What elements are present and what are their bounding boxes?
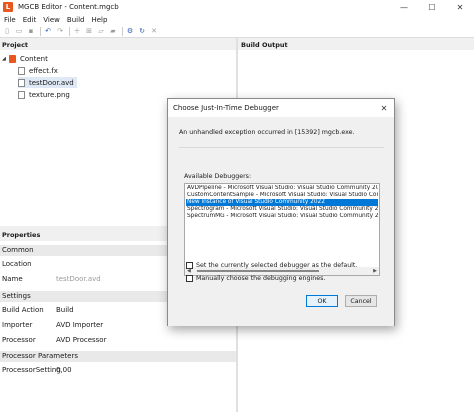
debugger-option[interactable]: AVDPipeline - Microsoft Visual Studio: V… bbox=[186, 185, 378, 192]
content-project-icon bbox=[9, 54, 16, 63]
ok-button[interactable]: OK bbox=[306, 295, 338, 307]
build-output-header: Build Output bbox=[238, 40, 474, 50]
manual-engines-checkbox-row[interactable]: Manually choose the debugging engines. bbox=[186, 275, 325, 282]
tree-item-effect[interactable]: effect.fx bbox=[18, 65, 58, 76]
file-icon bbox=[18, 78, 25, 87]
toolbar-separator bbox=[122, 26, 123, 36]
add-existing-folder-icon[interactable]: ▰ bbox=[108, 26, 118, 36]
window-controls: — ☐ ✕ bbox=[390, 0, 474, 14]
tree-item-label: Content bbox=[20, 54, 48, 63]
property-name: Importer bbox=[2, 321, 33, 329]
property-row-processor-setting[interactable]: ProcessorSetting 0,00 bbox=[0, 364, 236, 377]
toolbar: ▯ ▭ ▪ ↶ ↷ ＋ ⊞ ▱ ▰ ⚙ ↻ ✕ bbox=[0, 25, 474, 38]
jit-debugger-dialog: Choose Just-In-Time Debugger ✕ An unhand… bbox=[167, 98, 395, 326]
tree-item-label: texture.png bbox=[29, 90, 70, 99]
project-panel-header: Project bbox=[0, 40, 236, 50]
debugger-option[interactable]: Spectrogram - Microsoft Visual Studio: V… bbox=[186, 206, 378, 213]
menu-view[interactable]: View bbox=[40, 16, 63, 24]
manual-engines-label: Manually choose the debugging engines. bbox=[196, 275, 326, 282]
toolbar-separator bbox=[69, 26, 70, 36]
window-title: MGCB Editor - Content.mgcb bbox=[18, 3, 119, 11]
tree-item-testdoor[interactable]: testDoor.avd bbox=[18, 77, 77, 88]
cancel-button[interactable]: Cancel bbox=[345, 295, 377, 307]
property-value: testDoor.avd bbox=[56, 275, 101, 283]
add-new-item-icon[interactable]: ＋ bbox=[72, 26, 82, 36]
mgcb-app-icon: L bbox=[3, 2, 13, 12]
debugger-option[interactable]: SpectrumMG - Microsoft Visual Studio: Vi… bbox=[186, 213, 378, 220]
redo-icon[interactable]: ↷ bbox=[55, 26, 65, 36]
tree-item-label: testDoor.avd bbox=[29, 78, 74, 87]
tree-item-content[interactable]: ◢ Content bbox=[2, 53, 48, 64]
property-name: Location bbox=[2, 260, 32, 268]
dialog-body: An unhandled exception occurred in [1539… bbox=[168, 117, 394, 307]
scroll-right-icon[interactable]: ▶ bbox=[373, 268, 377, 274]
set-default-checkbox[interactable] bbox=[186, 262, 193, 269]
property-name: ProcessorSetting bbox=[2, 366, 61, 374]
available-debuggers-label: Available Debuggers: bbox=[184, 173, 252, 180]
property-value: AVD Importer bbox=[56, 321, 104, 329]
property-value: 0,00 bbox=[56, 366, 72, 374]
property-value: AVD Processor bbox=[56, 336, 107, 344]
maximize-button[interactable]: ☐ bbox=[418, 0, 446, 14]
property-name: Processor bbox=[2, 336, 36, 344]
add-existing-item-icon[interactable]: ⊞ bbox=[84, 26, 94, 36]
property-row-processor[interactable]: Processor AVD Processor bbox=[0, 334, 236, 347]
menu-edit[interactable]: Edit bbox=[20, 16, 40, 24]
property-value: Build bbox=[56, 306, 74, 314]
dialog-footer: OK Cancel bbox=[168, 289, 394, 326]
dialog-close-button[interactable]: ✕ bbox=[378, 99, 390, 117]
collapse-arrow-icon[interactable]: ◢ bbox=[2, 56, 7, 62]
manual-engines-checkbox[interactable] bbox=[186, 275, 193, 282]
file-icon bbox=[18, 90, 25, 99]
add-folder-icon[interactable]: ▱ bbox=[96, 26, 106, 36]
property-name: Build Action bbox=[2, 306, 44, 314]
rebuild-icon[interactable]: ↻ bbox=[137, 26, 147, 36]
build-icon[interactable]: ⚙ bbox=[125, 26, 135, 36]
toolbar-separator bbox=[40, 26, 41, 36]
menu-build[interactable]: Build bbox=[64, 16, 88, 24]
debugger-option[interactable]: CustomContentSample - Microsoft Visual S… bbox=[186, 192, 378, 199]
category-processor-parameters[interactable]: Processor Parameters bbox=[0, 351, 236, 362]
save-icon[interactable]: ▪ bbox=[26, 26, 36, 36]
menu-bar: File Edit View Build Help bbox=[0, 14, 474, 25]
clean-icon[interactable]: ✕ bbox=[149, 26, 159, 36]
set-default-label: Set the currently selected debugger as t… bbox=[196, 262, 358, 269]
dialog-divider bbox=[179, 147, 384, 148]
set-default-checkbox-row[interactable]: Set the currently selected debugger as t… bbox=[186, 262, 357, 269]
exception-message: An unhandled exception occurred in [1539… bbox=[179, 129, 355, 136]
property-name: Name bbox=[2, 275, 23, 283]
dialog-title: Choose Just-In-Time Debugger bbox=[168, 99, 394, 117]
minimize-button[interactable]: — bbox=[390, 0, 418, 14]
tree-item-label: effect.fx bbox=[29, 66, 58, 75]
new-file-icon[interactable]: ▯ bbox=[2, 26, 12, 36]
undo-icon[interactable]: ↶ bbox=[43, 26, 53, 36]
title-bar: L MGCB Editor - Content.mgcb — ☐ ✕ bbox=[0, 0, 474, 14]
menu-file[interactable]: File bbox=[1, 16, 19, 24]
menu-help[interactable]: Help bbox=[88, 16, 110, 24]
scrollbar-thumb[interactable] bbox=[197, 270, 319, 272]
debugger-option-selected[interactable]: New instance of Visual Studio Community … bbox=[186, 199, 378, 206]
close-window-button[interactable]: ✕ bbox=[446, 0, 474, 14]
open-folder-icon[interactable]: ▭ bbox=[14, 26, 24, 36]
file-icon bbox=[18, 66, 25, 75]
tree-item-texture[interactable]: texture.png bbox=[18, 89, 70, 100]
